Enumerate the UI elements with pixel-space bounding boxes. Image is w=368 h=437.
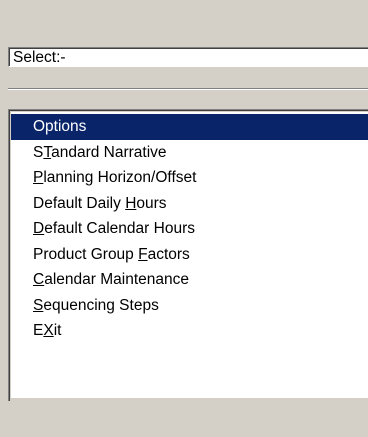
menu-item-text-rest: actors xyxy=(147,245,190,263)
menu-item-text: Default Daily xyxy=(33,194,126,212)
menu-item-text-rest: equencing Steps xyxy=(43,296,159,314)
menu-item-text-rest: efault Calendar Hours xyxy=(44,220,195,237)
menu-item-sequencing-steps[interactable]: Sequencing Steps xyxy=(11,293,368,319)
menu-item-accelerator: D xyxy=(33,220,45,237)
menu-item-accelerator: F xyxy=(138,245,148,263)
menu-item-text-rest: alendar Maintenance xyxy=(44,271,189,288)
menu-item-planning-horizon[interactable]: Planning Horizon/Offset xyxy=(11,165,368,191)
menu-item-text-rest: it xyxy=(53,322,62,339)
select-label: Select:- xyxy=(13,49,66,66)
menu-item-accelerator: S xyxy=(33,296,44,314)
menu-item-accelerator: C xyxy=(33,271,45,288)
menu-item-product-group-factors[interactable]: Product Group Factors xyxy=(11,242,368,268)
menu-item-text-rest: andard Narrative xyxy=(51,143,167,161)
menu-item-accelerator: H xyxy=(125,194,137,212)
menu-item-text: Product Group xyxy=(33,245,139,263)
menu-item-text: Options xyxy=(33,118,87,135)
menu-list-frame: Options STandard Narrative Planning Hori… xyxy=(8,109,368,401)
menu-item-text: S xyxy=(33,143,44,161)
menu-item-text: E xyxy=(33,322,44,339)
menu-item-text-rest: lanning Horizon/Offset xyxy=(43,169,197,186)
menu-item-accelerator: T xyxy=(43,143,52,161)
menu-item-standard-narrative[interactable]: STandard Narrative xyxy=(11,140,368,166)
menu-item-accelerator: P xyxy=(33,169,44,186)
menu-item-options[interactable]: Options xyxy=(11,114,368,140)
menu-list[interactable]: Options STandard Narrative Planning Hori… xyxy=(11,112,368,398)
separator-line xyxy=(8,88,368,90)
select-field[interactable]: Select:- xyxy=(8,47,368,67)
menu-item-default-calendar-hours[interactable]: Default Calendar Hours xyxy=(11,216,368,242)
menu-item-text-rest: ours xyxy=(136,194,167,212)
menu-item-calendar-maintenance[interactable]: Calendar Maintenance xyxy=(11,267,368,293)
menu-item-exit[interactable]: EXit xyxy=(11,318,368,344)
menu-item-accelerator: X xyxy=(43,322,54,339)
menu-item-default-daily-hours[interactable]: Default Daily Hours xyxy=(11,191,368,217)
